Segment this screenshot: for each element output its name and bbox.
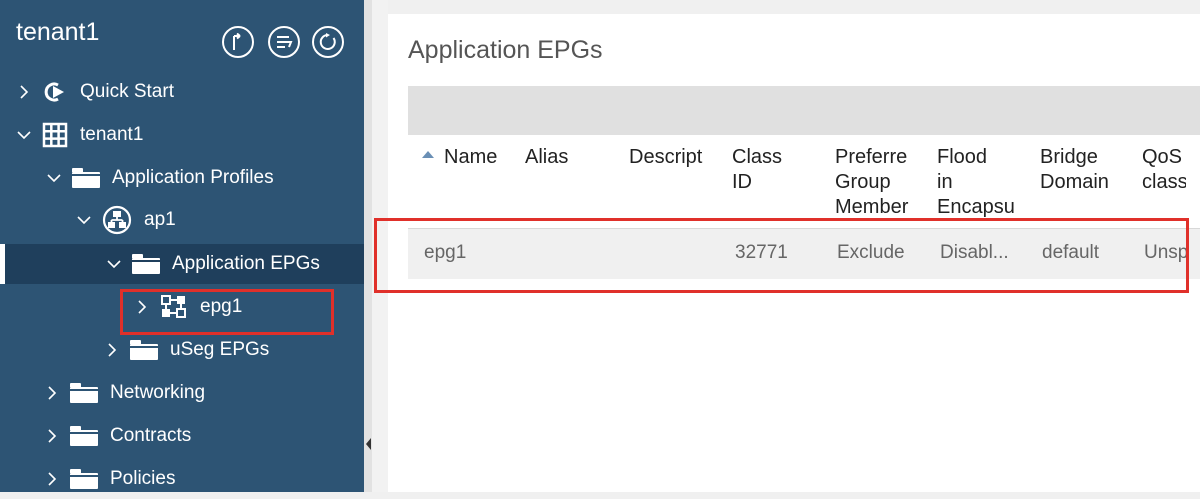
column-header-bridge-domain[interactable]: Bridge Domain: [1040, 145, 1132, 195]
sidebar-item-label: Application Profiles: [112, 167, 274, 188]
sidebar-item-ap1[interactable]: ap1: [0, 200, 364, 240]
sidebar-item-label: Networking: [110, 382, 206, 403]
folder-icon: [70, 383, 98, 403]
sidebar-item-label: Policies: [110, 468, 176, 489]
sidebar-item-networking[interactable]: Networking: [0, 373, 364, 413]
folder-icon: [132, 254, 160, 274]
column-header-name[interactable]: Name: [444, 145, 514, 170]
sidebar-item-label: uSeg EPGs: [170, 339, 270, 360]
column-header-preferred-group[interactable]: Preferre Group Member: [835, 145, 924, 220]
sidebar-item-label: ap1: [144, 209, 176, 230]
chevron-right-icon[interactable]: [14, 82, 34, 102]
selection-indicator: [0, 244, 5, 284]
app-profile-icon: [102, 205, 132, 235]
sidebar-item-application-epgs[interactable]: Application EPGs: [0, 244, 364, 284]
sidebar-title: tenant1: [16, 18, 100, 46]
chevron-right-icon[interactable]: [42, 383, 62, 403]
folder-icon: [70, 426, 98, 446]
sidebar-item-label: Quick Start: [80, 81, 174, 102]
folder-icon: [130, 340, 158, 360]
sidebar-item-tenant1[interactable]: tenant1: [0, 115, 364, 155]
sidebar-item-label: Contracts: [110, 425, 192, 446]
chevron-right-icon[interactable]: [102, 340, 122, 360]
page-title: Application EPGs: [408, 36, 603, 64]
building-icon: [42, 122, 68, 148]
pane-splitter[interactable]: [364, 0, 372, 492]
sort-ascending-icon[interactable]: [422, 151, 434, 158]
sidebar-item-useg-epgs[interactable]: uSeg EPGs: [0, 330, 364, 370]
chevron-right-icon[interactable]: [42, 469, 62, 489]
highlight-box-epg1: [120, 289, 334, 335]
chevron-down-icon[interactable]: [44, 168, 64, 188]
sidebar-item-label: tenant1: [80, 124, 144, 145]
column-header-flood-in-encapsulation[interactable]: Flood in Encapsu: [937, 145, 1029, 220]
navigation-sidebar: tenant1 Quick Start tenant1 Application …: [0, 0, 364, 492]
table-toolbar: [408, 86, 1200, 135]
menu-list-icon[interactable]: [268, 26, 300, 58]
sidebar-item-application-profiles[interactable]: Application Profiles: [0, 158, 364, 198]
chevron-down-icon[interactable]: [104, 254, 124, 274]
sidebar-item-policies[interactable]: Policies: [0, 459, 364, 499]
column-header-qos-class[interactable]: QoS class: [1142, 145, 1186, 195]
column-header-description[interactable]: Descript: [629, 145, 721, 170]
folder-icon: [70, 469, 98, 489]
sidebar-item-label: Application EPGs: [172, 253, 320, 274]
column-header-class-id[interactable]: Class ID: [732, 145, 824, 195]
quick-start-icon: [42, 80, 68, 104]
refresh-icon[interactable]: [312, 26, 344, 58]
sidebar-item-contracts[interactable]: Contracts: [0, 416, 364, 456]
column-header-alias[interactable]: Alias: [525, 145, 615, 170]
highlight-box-table-row: [374, 218, 1189, 293]
chevron-down-icon[interactable]: [74, 210, 94, 230]
export-icon[interactable]: [222, 26, 254, 58]
chevron-right-icon[interactable]: [42, 426, 62, 446]
chevron-down-icon[interactable]: [14, 125, 34, 145]
sidebar-item-quick-start[interactable]: Quick Start: [0, 72, 364, 112]
collapse-arrow-icon[interactable]: [366, 438, 371, 450]
folder-icon: [72, 168, 100, 188]
